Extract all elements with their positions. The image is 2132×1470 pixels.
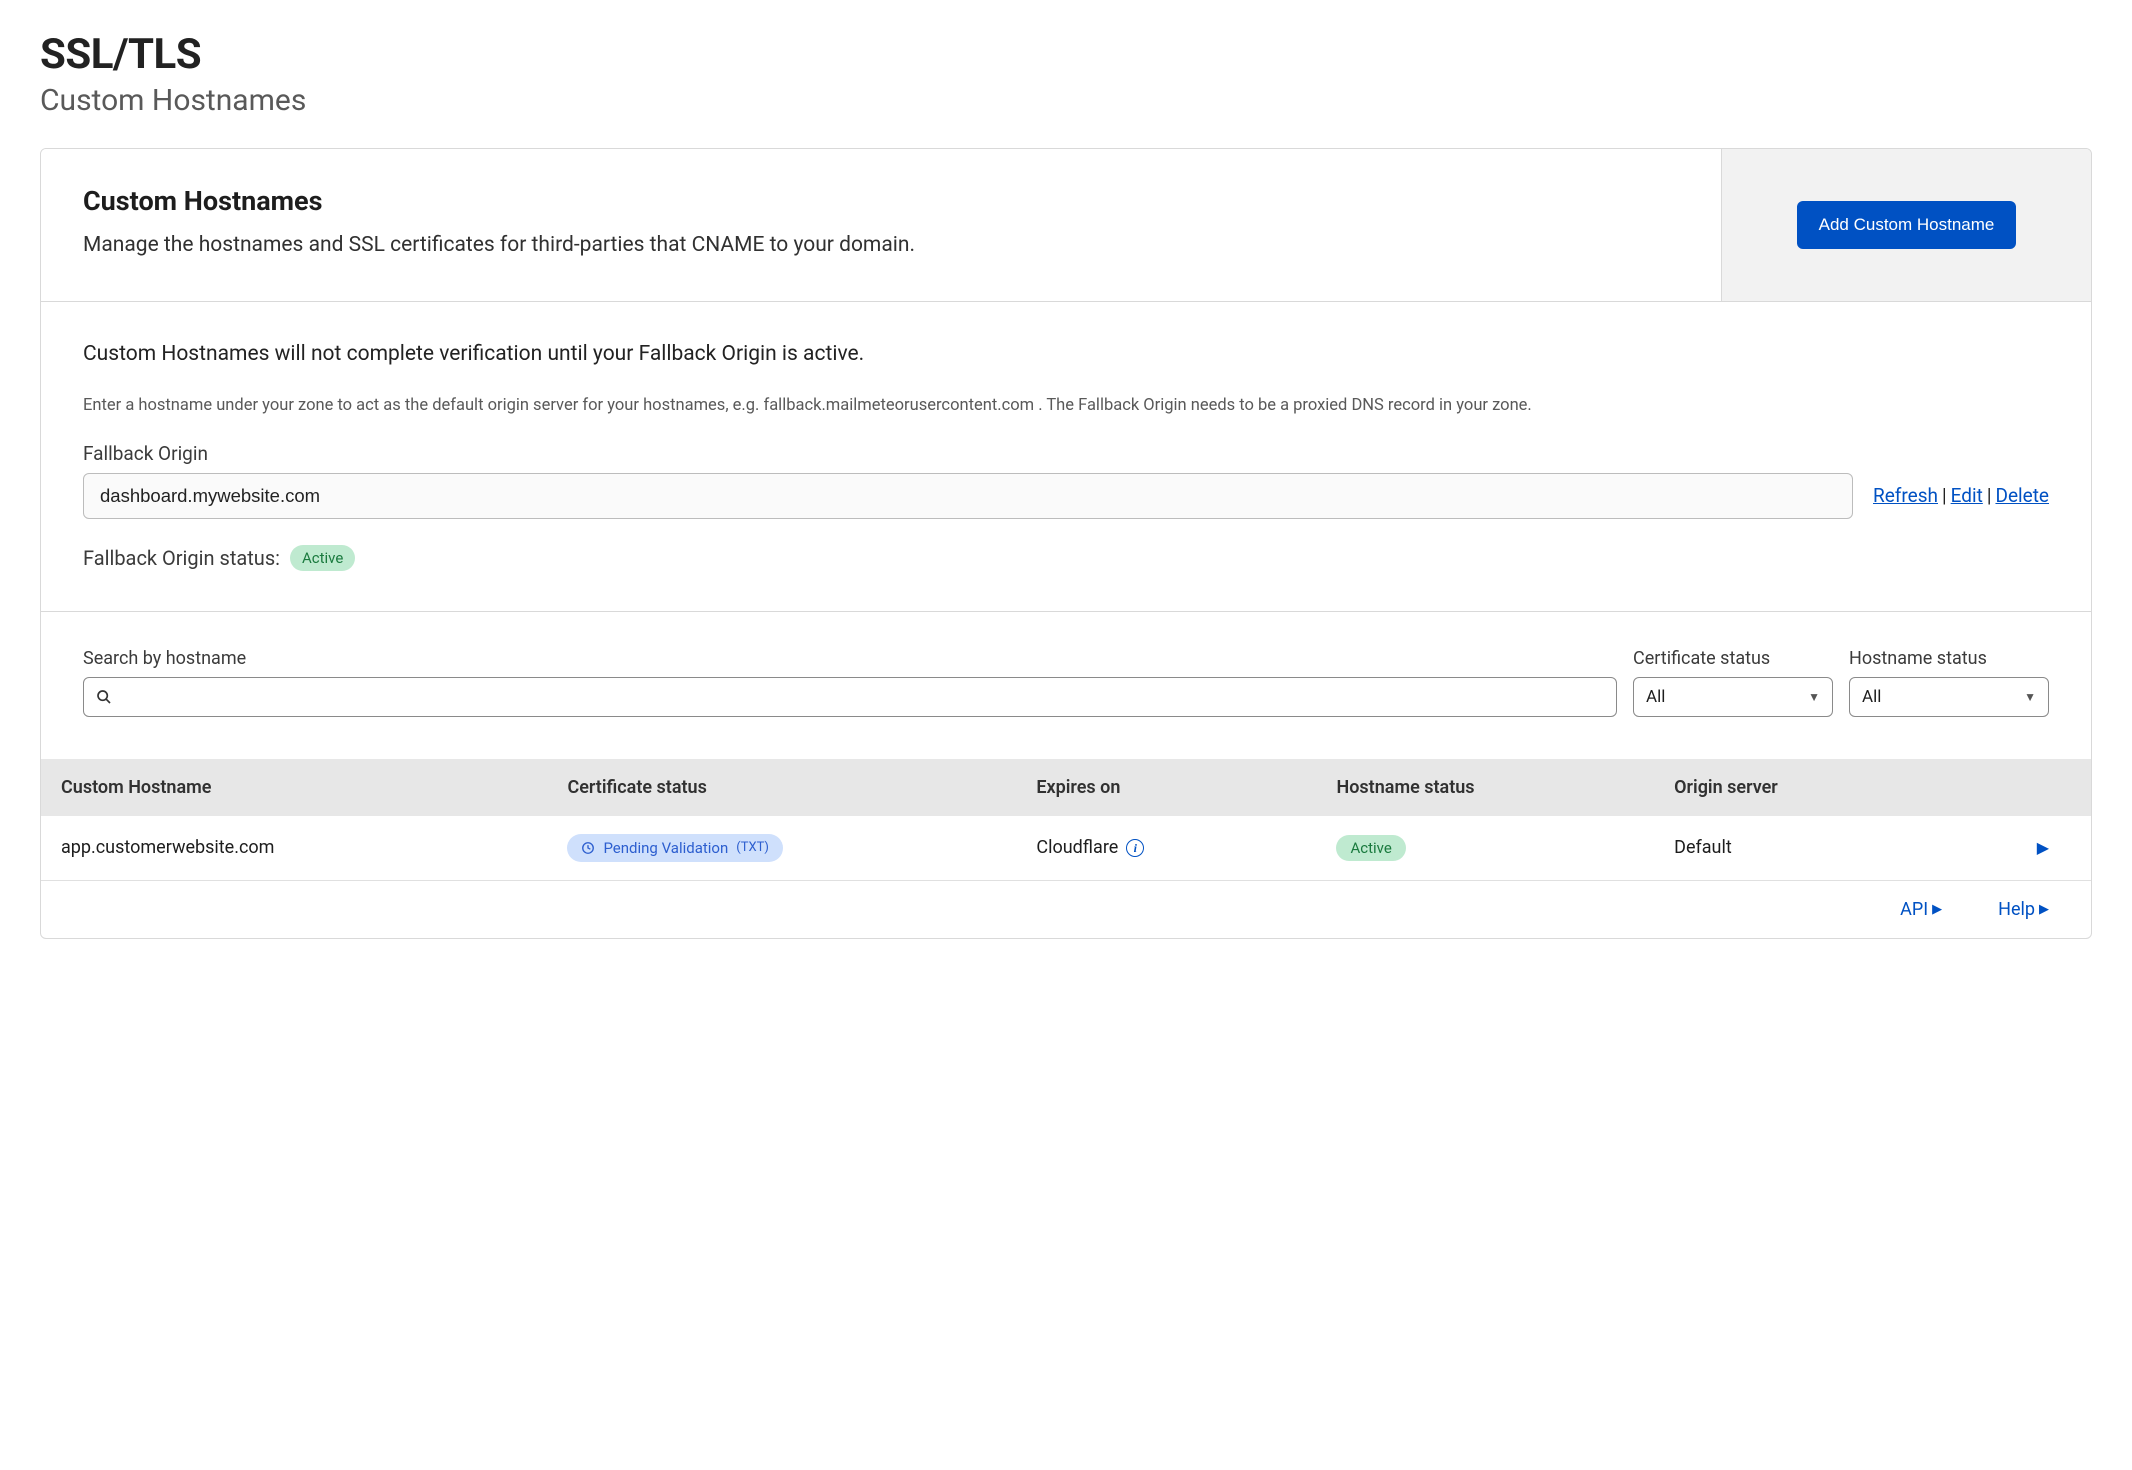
certificate-status-select[interactable]: All ▼ — [1633, 677, 1833, 717]
card-footer: API ▶ Help ▶ — [41, 881, 2091, 938]
clock-icon — [581, 841, 595, 855]
badge-text: Pending Validation — [603, 839, 728, 857]
table-header: Custom Hostname Certificate status Expir… — [41, 759, 2091, 816]
chevron-right-icon: ▶ — [2037, 838, 2049, 857]
chevron-right-icon: ▶ — [1932, 902, 1942, 917]
api-link-label: API — [1900, 899, 1928, 920]
fallback-status-label: Fallback Origin status: — [83, 546, 280, 570]
section-title: Custom Hostnames — [83, 185, 1679, 217]
api-link[interactable]: API ▶ — [1900, 899, 1942, 920]
fallback-help: Enter a hostname under your zone to act … — [83, 394, 2049, 418]
help-link-label: Help — [1998, 899, 2035, 920]
col-expires: Expires on — [1036, 777, 1336, 798]
fallback-actions: Refresh|Edit|Delete — [1873, 484, 2049, 507]
badge-suffix: (TXT) — [736, 840, 769, 855]
cell-expires: Cloudflare — [1036, 837, 1118, 858]
search-label: Search by hostname — [83, 648, 1617, 669]
hostname-status-label: Hostname status — [1849, 648, 2049, 669]
page-title: SSL/TLS — [40, 30, 2092, 79]
edit-link[interactable]: Edit — [1951, 484, 1983, 507]
search-input[interactable] — [122, 687, 1604, 707]
hostname-status-badge: Active — [1336, 835, 1405, 861]
hostname-status-select[interactable]: All ▼ — [1849, 677, 2049, 717]
col-host-status: Hostname status — [1336, 777, 1674, 798]
cell-hostname: app.customerwebsite.com — [61, 837, 567, 858]
chevron-down-icon: ▼ — [1808, 690, 1820, 704]
filters-row: Search by hostname Certificate status Al… — [41, 612, 2091, 759]
col-cert-status: Certificate status — [567, 777, 1036, 798]
fallback-origin-label: Fallback Origin — [83, 442, 2049, 465]
fallback-origin-input[interactable] — [83, 473, 1853, 519]
card-header: Custom Hostnames Manage the hostnames an… — [41, 149, 2091, 302]
hostname-status-value: All — [1862, 687, 1881, 707]
fallback-origin-section: Custom Hostnames will not complete verif… — [41, 302, 2091, 612]
page-subtitle: Custom Hostnames — [40, 83, 2092, 118]
fallback-status-badge: Active — [290, 545, 355, 571]
search-icon — [96, 689, 112, 705]
expand-row-button[interactable]: ▶ — [1993, 838, 2049, 857]
add-custom-hostname-button[interactable]: Add Custom Hostname — [1797, 201, 2017, 249]
cell-origin: Default — [1674, 837, 1993, 858]
search-input-wrap[interactable] — [83, 677, 1617, 717]
pending-validation-badge: Pending Validation (TXT) — [567, 834, 782, 862]
col-origin: Origin server — [1674, 777, 1993, 798]
col-hostname: Custom Hostname — [61, 777, 567, 798]
certificate-status-value: All — [1646, 687, 1665, 707]
certificate-status-label: Certificate status — [1633, 648, 1833, 669]
refresh-link[interactable]: Refresh — [1873, 484, 1938, 507]
fallback-warning: Custom Hostnames will not complete verif… — [83, 342, 2049, 366]
help-link[interactable]: Help ▶ — [1998, 899, 2049, 920]
info-icon[interactable]: i — [1126, 839, 1144, 857]
chevron-down-icon: ▼ — [2024, 690, 2036, 704]
table-row[interactable]: app.customerwebsite.com Pending Validati… — [41, 816, 2091, 881]
custom-hostnames-card: Custom Hostnames Manage the hostnames an… — [40, 148, 2092, 939]
section-description: Manage the hostnames and SSL certificate… — [83, 233, 1679, 257]
chevron-right-icon: ▶ — [2039, 902, 2049, 917]
delete-link[interactable]: Delete — [1995, 484, 2049, 507]
